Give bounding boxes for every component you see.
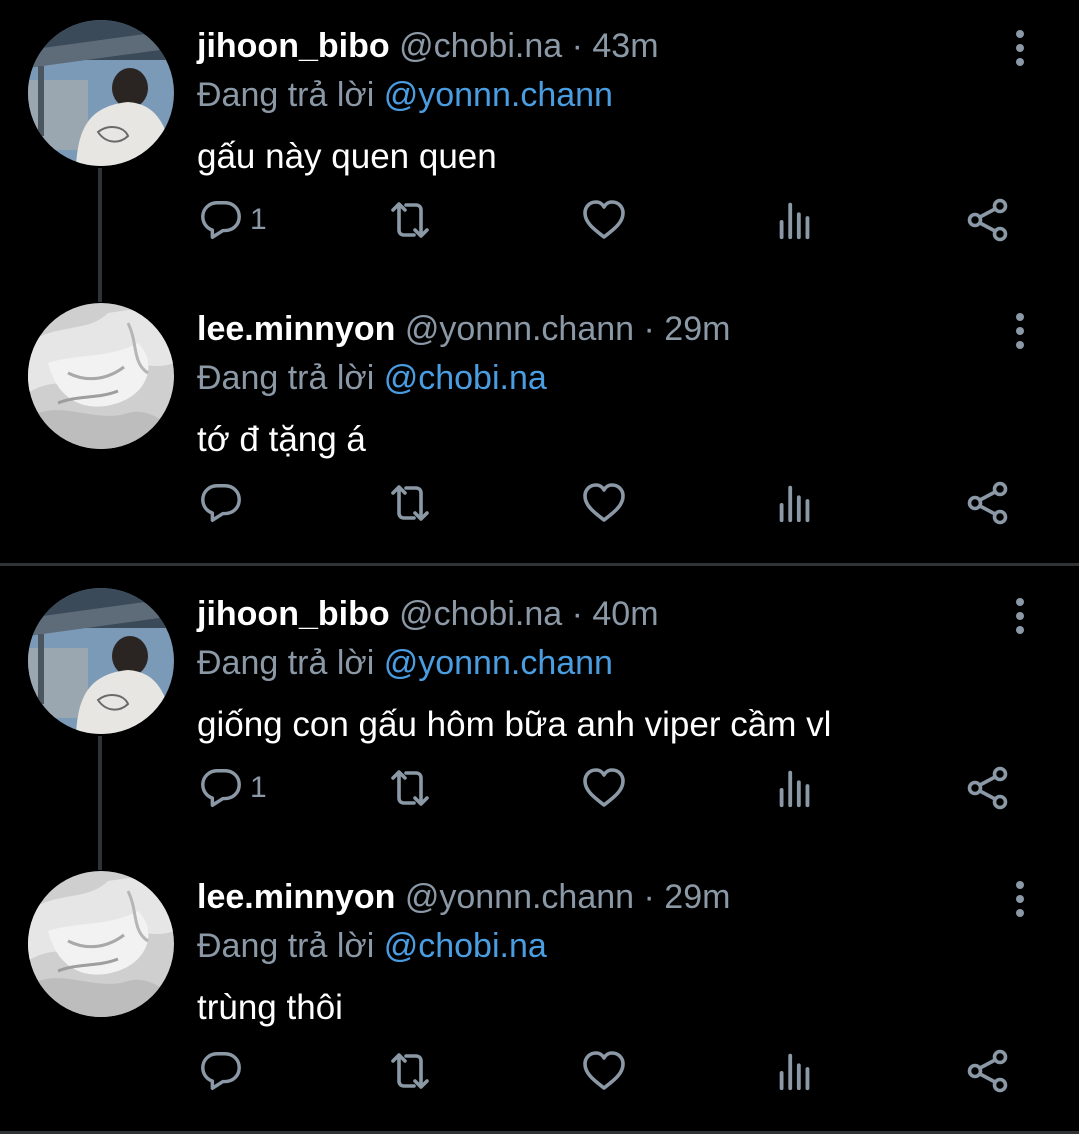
avatar[interactable] [28, 303, 174, 449]
tweet[interactable]: lee.minnyon @yonnn.chann · 29m Đang trả … [0, 851, 1079, 1134]
more-vertical-icon[interactable] [1005, 28, 1035, 68]
replying-label: Đang trả lời [197, 359, 375, 397]
avatar[interactable] [28, 871, 174, 1017]
tweet-header: lee.minnyon @yonnn.chann · 29m [197, 307, 730, 351]
heart-icon [580, 764, 628, 812]
tweet-text: gấu này quen quen [197, 137, 497, 176]
retweet-icon [386, 479, 434, 527]
reply-icon [198, 480, 244, 526]
mention-link[interactable]: @chobi.na [384, 359, 547, 397]
replying-to: Đang trả lời @chobi.na [197, 356, 547, 400]
mention-link[interactable]: @yonnn.chann [384, 76, 613, 114]
action-bar [0, 1041, 1079, 1101]
reply-count: 1 [250, 203, 267, 236]
heart-icon [580, 196, 628, 244]
replying-to: Đang trả lời @yonnn.chann [197, 641, 613, 685]
handle[interactable]: @chobi.na [399, 595, 562, 633]
thread-divider [0, 563, 1079, 566]
avatar[interactable] [28, 20, 174, 166]
reply-button[interactable]: 1 [198, 758, 267, 818]
retweet-icon [386, 1047, 434, 1095]
replying-label: Đang trả lời [197, 927, 375, 965]
action-bar [0, 473, 1079, 533]
timestamp: · 40m [571, 595, 659, 633]
heart-icon [580, 479, 628, 527]
retweet-button[interactable] [386, 758, 434, 818]
timestamp: · 29m [643, 310, 731, 348]
tweet-header: lee.minnyon @yonnn.chann · 29m [197, 875, 730, 919]
tweet[interactable]: jihoon_bibo @chobi.na · 43m Đang trả lời… [0, 0, 1079, 283]
analytics-icon [772, 1048, 818, 1094]
timestamp: · 29m [643, 878, 731, 916]
tweet[interactable]: lee.minnyon @yonnn.chann · 29m Đang trả … [0, 283, 1079, 566]
heart-icon [580, 1047, 628, 1095]
tweet[interactable]: jihoon_bibo @chobi.na · 40m Đang trả lời… [0, 568, 1079, 851]
views-button[interactable] [772, 758, 818, 818]
share-button[interactable] [964, 1041, 1012, 1101]
display-name[interactable]: jihoon_bibo [197, 27, 390, 65]
analytics-icon [772, 480, 818, 526]
share-button[interactable] [964, 473, 1012, 533]
display-name[interactable]: lee.minnyon [197, 310, 395, 348]
retweet-icon [386, 196, 434, 244]
action-bar: 1 [0, 758, 1079, 818]
display-name[interactable]: lee.minnyon [197, 878, 395, 916]
more-vertical-icon[interactable] [1005, 311, 1035, 351]
like-button[interactable] [580, 1041, 628, 1101]
more-vertical-icon[interactable] [1005, 879, 1035, 919]
display-name[interactable]: jihoon_bibo [197, 595, 390, 633]
reply-count: 1 [250, 771, 267, 804]
reply-button[interactable]: 1 [198, 190, 267, 250]
reply-icon [198, 1048, 244, 1094]
retweet-button[interactable] [386, 1041, 434, 1101]
tweet-text: tớ đ tặng á [197, 420, 366, 459]
retweet-icon [386, 764, 434, 812]
timestamp: · 43m [571, 27, 659, 65]
tweet-text: giống con gấu hôm bữa anh viper cầm vl [197, 705, 832, 744]
views-button[interactable] [772, 190, 818, 250]
replying-to: Đang trả lời @yonnn.chann [197, 73, 613, 117]
reply-button[interactable] [198, 1041, 250, 1101]
avatar[interactable] [28, 588, 174, 734]
share-icon [964, 196, 1012, 244]
reply-icon [198, 765, 244, 811]
action-bar: 1 [0, 190, 1079, 250]
share-button[interactable] [964, 758, 1012, 818]
share-icon [964, 1047, 1012, 1095]
mention-link[interactable]: @chobi.na [384, 927, 547, 965]
mention-link[interactable]: @yonnn.chann [384, 644, 613, 682]
replying-label: Đang trả lời [197, 644, 375, 682]
analytics-icon [772, 765, 818, 811]
replying-label: Đang trả lời [197, 76, 375, 114]
more-vertical-icon[interactable] [1005, 596, 1035, 636]
like-button[interactable] [580, 473, 628, 533]
handle[interactable]: @yonnn.chann [405, 878, 634, 916]
tweet-header: jihoon_bibo @chobi.na · 43m [197, 24, 659, 68]
share-icon [964, 479, 1012, 527]
tweet-header: jihoon_bibo @chobi.na · 40m [197, 592, 659, 636]
reply-button[interactable] [198, 473, 250, 533]
like-button[interactable] [580, 190, 628, 250]
views-button[interactable] [772, 1041, 818, 1101]
like-button[interactable] [580, 758, 628, 818]
tweet-text: trùng thôi [197, 988, 343, 1027]
retweet-button[interactable] [386, 473, 434, 533]
reply-icon [198, 197, 244, 243]
analytics-icon [772, 197, 818, 243]
views-button[interactable] [772, 473, 818, 533]
share-button[interactable] [964, 190, 1012, 250]
retweet-button[interactable] [386, 190, 434, 250]
handle[interactable]: @chobi.na [399, 27, 562, 65]
replying-to: Đang trả lời @chobi.na [197, 924, 547, 968]
share-icon [964, 764, 1012, 812]
handle[interactable]: @yonnn.chann [405, 310, 634, 348]
